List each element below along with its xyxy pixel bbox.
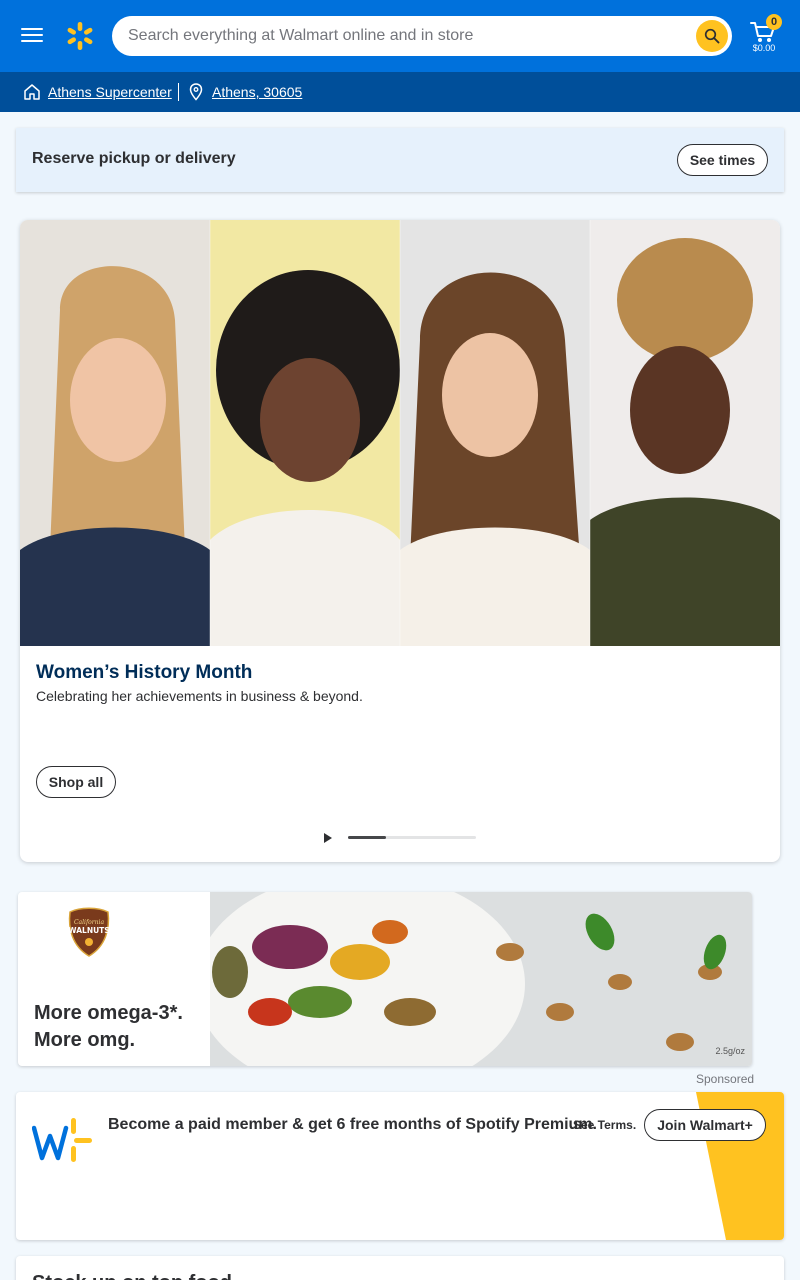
header: 0 $0.00: [0, 0, 800, 72]
search-icon: [704, 28, 720, 44]
svg-text:WALNUTS: WALNUTS: [68, 926, 109, 935]
california-walnuts-logo: California WALNUTS: [68, 907, 110, 957]
hero-title: Women’s History Month: [36, 662, 253, 683]
store-name-link[interactable]: Athens Supercenter: [48, 84, 172, 100]
store-icon: [24, 84, 40, 100]
ad-note: 2.5g/oz: [715, 1046, 745, 1056]
ad-image: [210, 892, 752, 1066]
search-input[interactable]: [128, 16, 688, 56]
see-terms-link[interactable]: See Terms.: [573, 1118, 636, 1132]
hero-card[interactable]: Women’s History Month Celebrating her ac…: [20, 220, 780, 862]
sponsored-label: Sponsored: [696, 1072, 755, 1086]
reserve-title: Reserve pickup or delivery: [32, 150, 236, 167]
search-button[interactable]: [696, 20, 728, 52]
cart-button[interactable]: 0 $0.00: [746, 14, 782, 58]
walmart-plus-icon: [32, 1118, 92, 1162]
hero-subtitle: Celebrating her achievements in business…: [36, 688, 363, 704]
play-icon: [324, 833, 332, 843]
walmart-plus-banner: Become a paid member & get 6 free months…: [16, 1092, 784, 1240]
section-title: Stock up on top food: [32, 1272, 232, 1280]
hamburger-menu-icon[interactable]: [18, 24, 46, 48]
see-times-button[interactable]: See times: [677, 144, 768, 176]
stock-up-section: Stock up on top food: [16, 1256, 784, 1280]
ad-headline-line1: More omega-3*.: [34, 1002, 183, 1024]
join-walmart-plus-button[interactable]: Join Walmart+: [644, 1109, 766, 1141]
carousel-progress: [348, 836, 476, 839]
location-link[interactable]: Athens, 30605: [212, 84, 302, 100]
carousel-progress-fill: [348, 836, 387, 839]
location-pin-icon: [189, 83, 203, 101]
shop-all-button[interactable]: Shop all: [36, 766, 116, 798]
reserve-pickup-banner: Reserve pickup or delivery See times: [16, 128, 784, 192]
hero-image: [20, 220, 780, 646]
search-bar: [112, 16, 732, 56]
walnuts-ad[interactable]: California WALNUTS More omega-3*. More o…: [18, 892, 752, 1066]
ad-headline: More omega-3*. More omg.: [34, 1000, 204, 1054]
svg-text:California: California: [74, 919, 104, 926]
carousel-play-button[interactable]: [318, 828, 338, 848]
cart-count-badge: 0: [766, 14, 782, 30]
ad-headline-line2: More omg.: [34, 1029, 136, 1051]
store-bar: Athens Supercenter Athens, 30605: [0, 72, 800, 112]
walmart-plus-promo-text: Become a paid member & get 6 free months…: [108, 1116, 597, 1133]
cart-total: $0.00: [752, 43, 776, 53]
store-bar-divider: [178, 83, 179, 101]
walmart-spark-icon[interactable]: [64, 20, 96, 52]
